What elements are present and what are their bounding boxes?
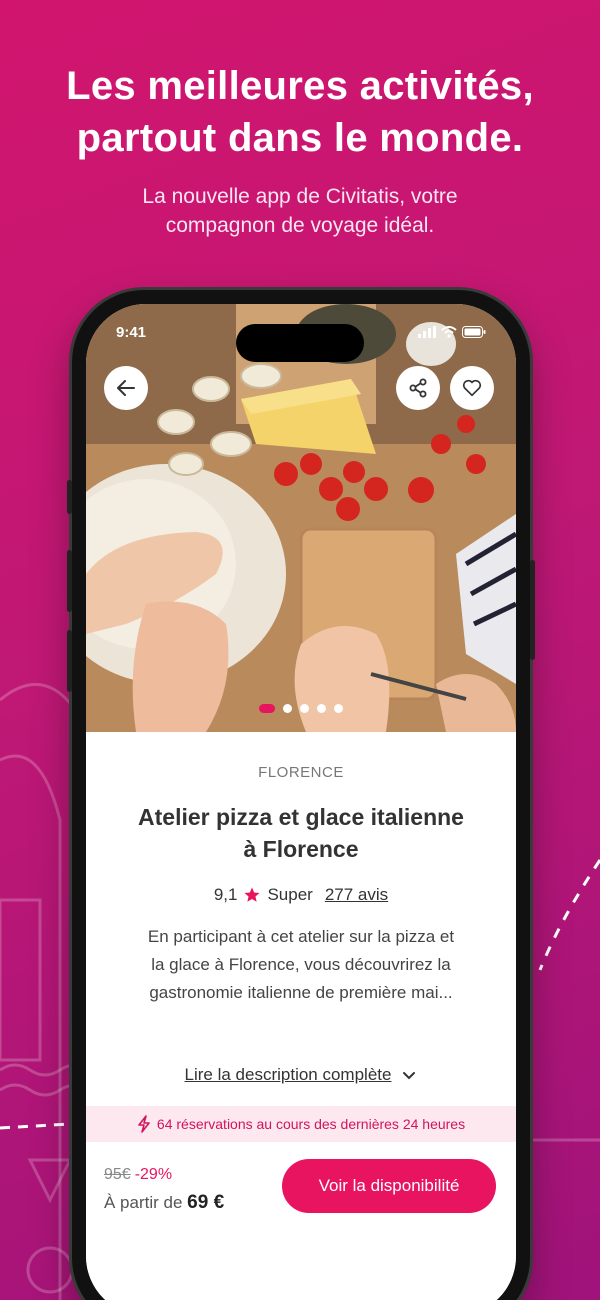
activity-hero-image[interactable] (86, 304, 516, 732)
star-icon (244, 887, 260, 902)
signal-icon (418, 326, 436, 338)
price-footer: 95€ -29% À partir de 69 € Voir la disponi… (86, 1142, 516, 1300)
rating-label: Super (267, 885, 313, 904)
arrow-left-icon (117, 380, 135, 396)
rating-row: 9,1 Super 277 avis (86, 885, 516, 905)
carousel-dot[interactable] (300, 704, 309, 713)
description-line-1: En participant à cet atelier sur la pizz… (147, 927, 455, 946)
carousel-dot-active[interactable] (259, 704, 275, 713)
booking-notice: 64 réservations au cours des dernières 2… (86, 1106, 516, 1142)
current-price-row: À partir de 69 € (104, 1192, 224, 1214)
lightning-icon (138, 1115, 150, 1133)
description-line-2: la glace à Florence, vous découvrirez la (151, 955, 451, 974)
hero-illustration (86, 304, 516, 732)
headline-line-2: partout dans le monde. (76, 116, 524, 160)
chevron-down-icon (403, 1072, 416, 1080)
back-button[interactable] (104, 366, 148, 410)
status-time: 9:41 (116, 324, 147, 341)
phone-power-button (530, 560, 535, 660)
read-more-label: Lire la description complète (184, 1065, 392, 1084)
promo-headline: Les meilleures activités, partout dans l… (0, 60, 600, 164)
activity-title: Atelier pizza et glace italienne à Flore… (104, 801, 498, 865)
battery-icon (462, 326, 486, 338)
wifi-icon (441, 326, 457, 338)
subline-line-1: La nouvelle app de Civitatis, votre (142, 185, 458, 208)
promo-subline: La nouvelle app de Civitatis, votre comp… (80, 182, 520, 240)
old-price: 95€ (104, 1166, 131, 1183)
carousel-dot[interactable] (334, 704, 343, 713)
reviews-link[interactable]: 277 avis (325, 885, 388, 905)
phone-action-button (67, 480, 72, 514)
description-line-3: gastronomie italienne de première mai... (149, 983, 453, 1002)
app-screen: 9:41 FLORENCE Atelier pizza et glace ita… (86, 304, 516, 1300)
activity-details: FLORENCE Atelier pizza et glace italienn… (86, 732, 516, 1085)
carousel-indicator[interactable] (86, 704, 516, 713)
activity-title-line-1: Atelier pizza et glace italienne (138, 804, 464, 830)
subline-line-2: compagnon de voyage idéal. (165, 214, 435, 237)
dynamic-island (236, 324, 364, 362)
carousel-dot[interactable] (317, 704, 326, 713)
rating-score: 9,1 (213, 885, 238, 904)
heart-icon (462, 379, 482, 397)
check-availability-button[interactable]: Voir la disponibilité (282, 1159, 496, 1213)
from-label: À partir de (104, 1193, 183, 1212)
booking-notice-text: 64 réservations au cours des dernières 2… (156, 1116, 466, 1132)
favorite-button[interactable] (450, 366, 494, 410)
current-price: 69 € (187, 1192, 225, 1213)
phone-frame: 9:41 FLORENCE Atelier pizza et glace ita… (67, 290, 535, 1300)
activity-city: FLORENCE (258, 764, 344, 781)
carousel-dot[interactable] (283, 704, 292, 713)
phone-volume-down (67, 630, 72, 692)
activity-description: En participant à cet atelier sur la pizz… (112, 923, 490, 1007)
activity-title-line-2: à Florence (243, 836, 359, 862)
phone-volume-up (67, 550, 72, 612)
share-icon (409, 378, 427, 398)
share-button[interactable] (396, 366, 440, 410)
discount-badge: -29% (134, 1166, 173, 1183)
read-more-button[interactable]: Lire la description complète (86, 1065, 516, 1085)
headline-line-1: Les meilleures activités, (66, 64, 534, 108)
old-price-row: 95€ -29% (104, 1166, 172, 1184)
status-icons (418, 326, 486, 338)
